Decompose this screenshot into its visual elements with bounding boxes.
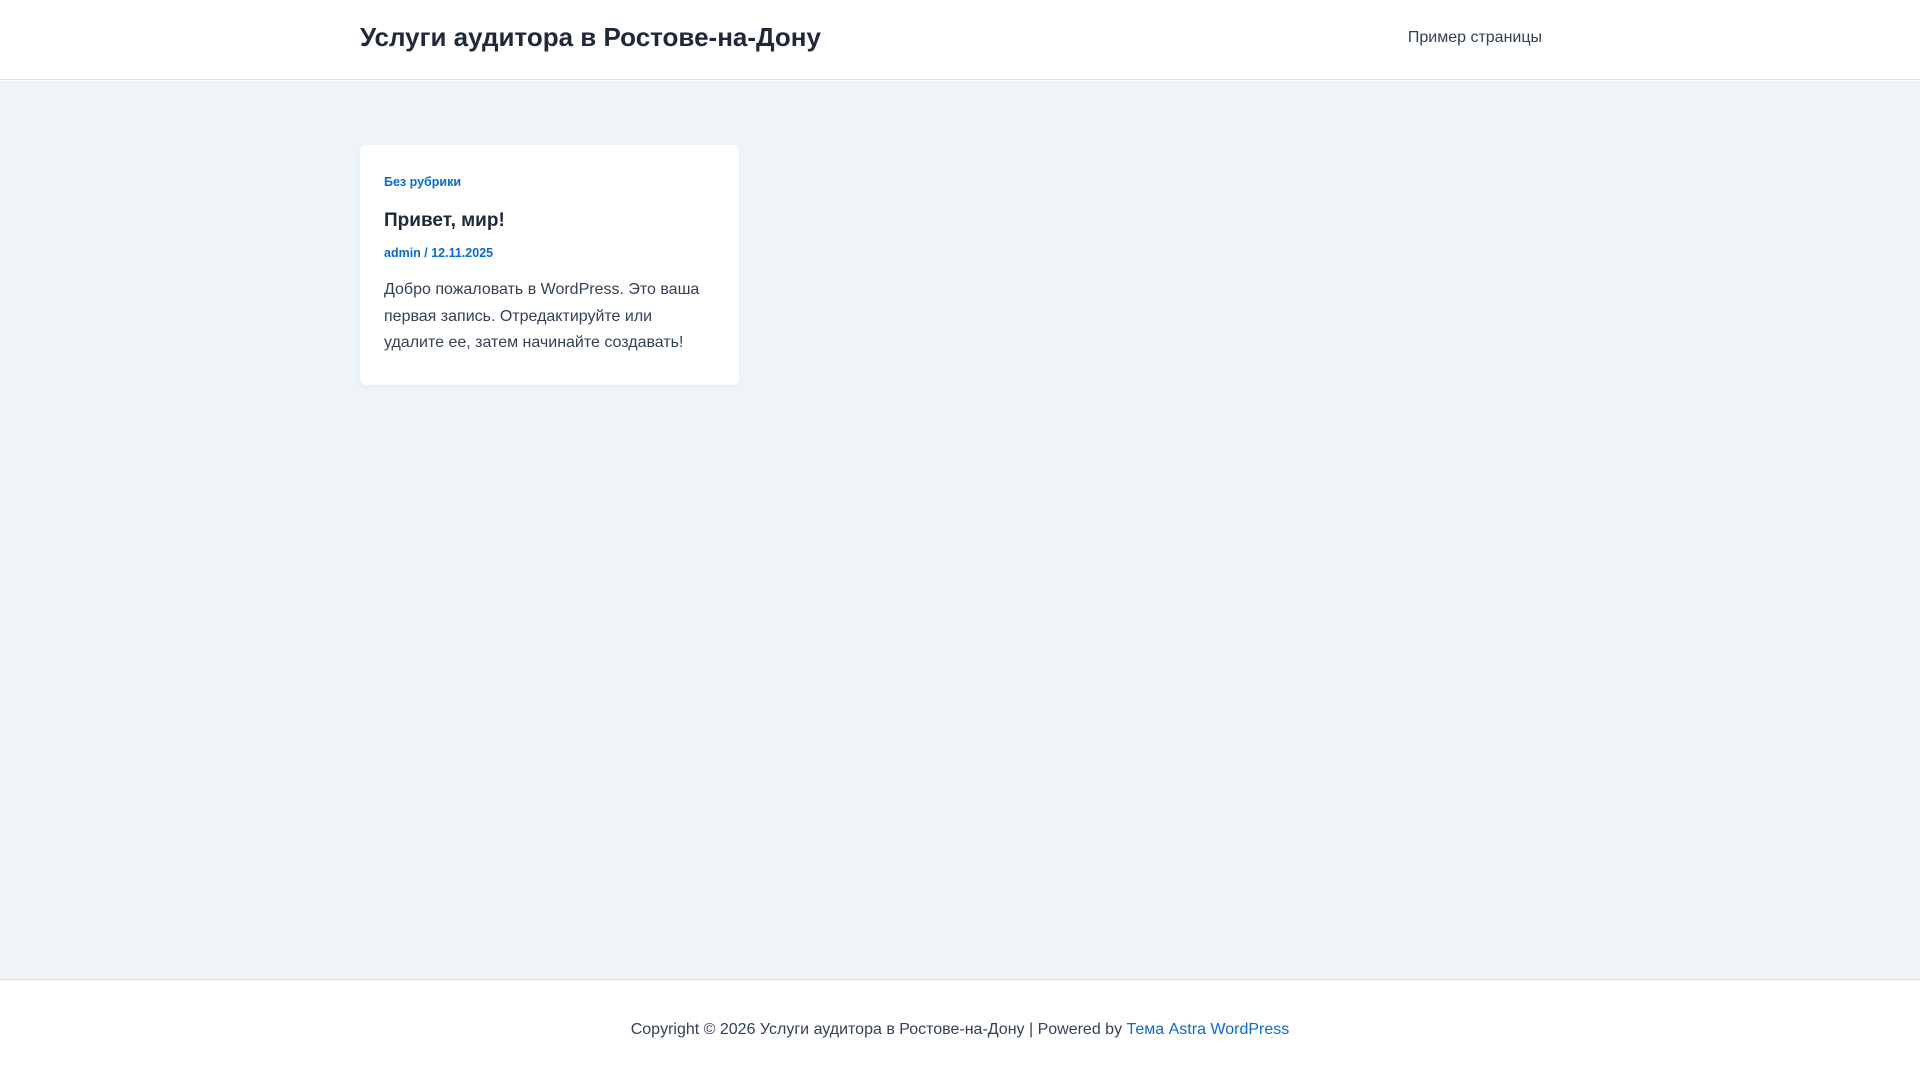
site-header: Услуги аудитора в Ростове-на-Дону Пример… — [0, 0, 1920, 80]
footer-copyright-text: Copyright © 2026 Услуги аудитора в Росто… — [630, 1021, 1127, 1038]
post-title-link[interactable]: Привет, мир! — [384, 210, 715, 232]
post-excerpt: Добро пожаловать в WordPress. Это ваша п… — [384, 281, 700, 351]
site-title-link[interactable]: Услуги аудитора в Ростове-на-Дону — [360, 22, 821, 53]
post-card: Без рубрики Привет, мир! admin / 12.11.2… — [360, 145, 739, 385]
post-meta: admin / 12.11.2025 — [384, 246, 715, 260]
post-date-link[interactable]: 12.11.2025 — [431, 246, 493, 260]
footer-theme-link[interactable]: Тема Astra WordPress — [1127, 1021, 1290, 1038]
content-area: Без рубрики Привет, мир! admin / 12.11.2… — [0, 81, 1920, 979]
site-footer: Copyright © 2026 Услуги аудитора в Росто… — [0, 979, 1920, 1080]
post-author-link[interactable]: admin — [384, 246, 421, 260]
footer-copyright: Copyright © 2026 Услуги аудитора в Росто… — [0, 1021, 1920, 1039]
post-category-link[interactable]: Без рубрики — [384, 175, 461, 189]
post-meta-separator: / — [420, 246, 432, 260]
nav-item-sample-page[interactable]: Пример страницы — [1408, 29, 1542, 46]
main-navigation: Пример страницы — [1408, 29, 1542, 47]
